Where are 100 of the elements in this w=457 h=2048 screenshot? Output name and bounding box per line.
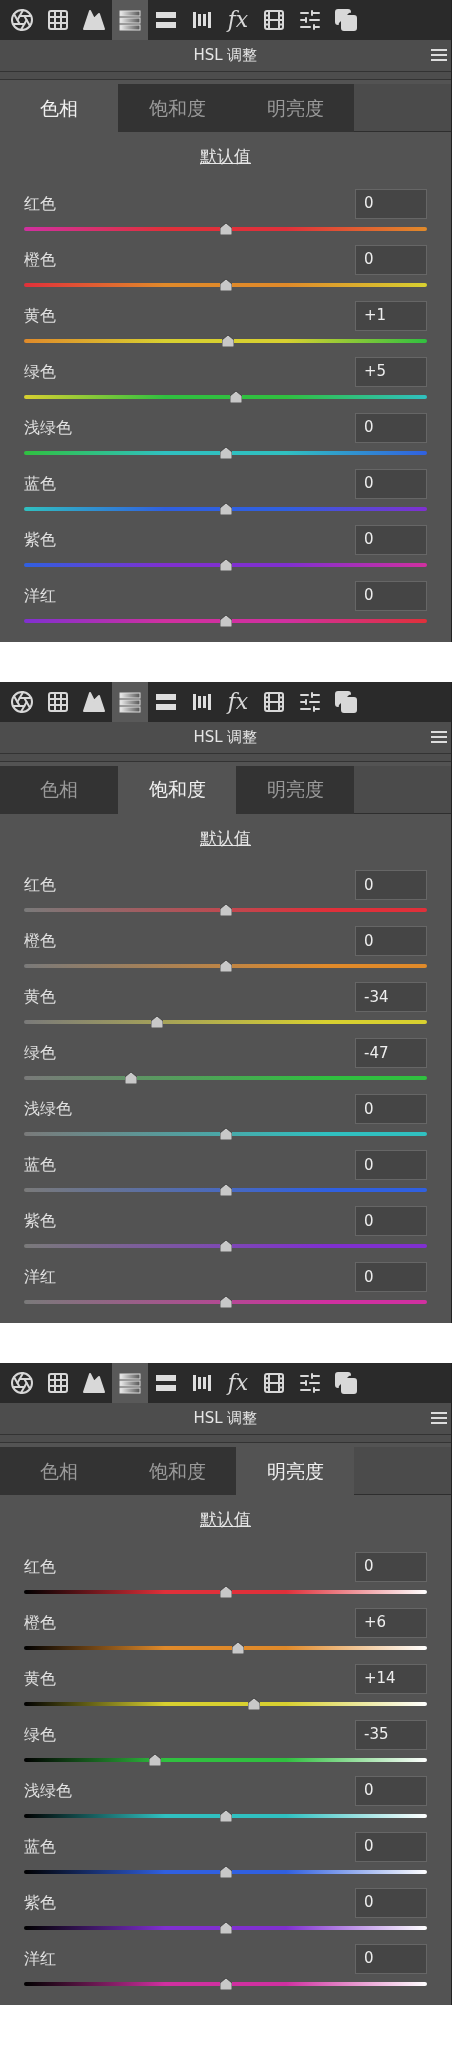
aperture-icon — [10, 8, 34, 32]
slider-thumb[interactable] — [124, 1072, 137, 1084]
menu-icon[interactable] — [431, 49, 447, 61]
slider-thumb[interactable] — [221, 334, 234, 347]
value-field[interactable]: +6 — [355, 1607, 427, 1638]
slider-thumb[interactable] — [219, 1977, 232, 1990]
tab[interactable]: 明亮度 — [236, 84, 354, 132]
slider-label: 橙色 — [24, 930, 56, 952]
fx-icon: fx — [227, 690, 249, 713]
slider-thumb[interactable] — [231, 1641, 244, 1654]
slider-label: 洋红 — [24, 1266, 56, 1288]
slider-thumb[interactable] — [219, 960, 232, 972]
sliders-icon — [298, 1371, 322, 1395]
value-field[interactable]: 0 — [355, 870, 427, 900]
tab[interactable]: 明亮度 — [236, 765, 354, 814]
slider-thumb[interactable] — [219, 1296, 232, 1308]
value-field[interactable]: 0 — [355, 412, 427, 443]
menu-icon[interactable] — [431, 730, 447, 743]
tab[interactable]: 色相 — [0, 1447, 118, 1495]
fx-icon: fx — [227, 9, 249, 31]
lens-icon — [191, 9, 213, 31]
gradient-bars-icon — [119, 9, 141, 31]
slider-thumb[interactable] — [219, 1184, 232, 1196]
mountain-icon — [82, 689, 106, 714]
gradient-bars-icon — [119, 690, 141, 713]
slider-thumb[interactable] — [219, 1240, 232, 1252]
panel-title: HSL 调整 — [193, 45, 258, 67]
aperture-icon — [10, 689, 34, 714]
value-field[interactable]: -35 — [355, 1719, 427, 1750]
value-field[interactable]: 0 — [355, 926, 427, 956]
tab[interactable]: 饱和度 — [118, 84, 236, 132]
value-field[interactable]: 0 — [355, 1551, 427, 1582]
toolbar-button[interactable]: fx — [220, 681, 256, 722]
tab[interactable]: 饱和度 — [118, 1447, 236, 1495]
slider-thumb[interactable] — [219, 614, 232, 627]
slider-thumb[interactable] — [219, 1865, 232, 1878]
sliders-icon — [298, 689, 322, 714]
default-link[interactable]: 默认值 — [200, 1507, 251, 1533]
value-field[interactable]: 0 — [355, 188, 427, 219]
slider-label: 蓝色 — [24, 1835, 56, 1858]
slider-label: 黄色 — [24, 304, 56, 327]
value-field[interactable]: +5 — [355, 356, 427, 387]
value-field[interactable]: 0 — [355, 244, 427, 275]
value-field[interactable]: -47 — [355, 1038, 427, 1068]
slider-thumb[interactable] — [219, 1921, 232, 1934]
slider-label: 紫色 — [24, 1210, 56, 1232]
slider-label: 红色 — [24, 1555, 56, 1578]
gradient-bars-icon — [119, 1372, 141, 1394]
slider-label: 红色 — [24, 192, 56, 215]
slider-label: 绿色 — [24, 360, 56, 383]
slider-thumb[interactable] — [219, 1585, 232, 1598]
slider-label: 橙色 — [24, 1611, 56, 1634]
slider-label: 黄色 — [24, 986, 56, 1008]
fx-icon: fx — [227, 1372, 249, 1394]
value-field[interactable]: 0 — [355, 1887, 427, 1918]
grid-icon — [46, 8, 70, 32]
value-field[interactable]: 0 — [355, 1943, 427, 1974]
slider-label: 蓝色 — [24, 1154, 56, 1176]
value-field[interactable]: 0 — [355, 468, 427, 499]
value-field[interactable]: +1 — [355, 300, 427, 331]
toolbar-button[interactable] — [112, 681, 148, 722]
slider-label: 红色 — [24, 874, 56, 896]
slider-label: 洋红 — [24, 584, 56, 607]
value-field[interactable]: 0 — [355, 1775, 427, 1806]
tab[interactable]: 色相 — [0, 765, 118, 814]
slider-thumb[interactable] — [219, 502, 232, 515]
slider-thumb[interactable] — [219, 1128, 232, 1140]
value-field[interactable]: 0 — [355, 524, 427, 555]
slider-thumb[interactable] — [229, 390, 242, 403]
value-field[interactable]: 0 — [355, 580, 427, 611]
value-field[interactable]: 0 — [355, 1206, 427, 1236]
slider-thumb[interactable] — [219, 558, 232, 571]
slider-label: 浅绿色 — [24, 1779, 72, 1802]
film-icon — [262, 1371, 286, 1395]
default-link[interactable]: 默认值 — [200, 144, 251, 170]
value-field[interactable]: 0 — [355, 1831, 427, 1862]
sliders-icon — [298, 8, 322, 32]
slider-thumb[interactable] — [148, 1753, 161, 1766]
slider-label: 黄色 — [24, 1667, 56, 1690]
slider-label: 紫色 — [24, 1891, 56, 1914]
stacked-squares-icon — [334, 689, 358, 714]
mountain-icon — [82, 1371, 106, 1395]
toolbar-button[interactable]: fx — [220, 1363, 256, 1403]
slider-thumb[interactable] — [219, 446, 232, 459]
default-link[interactable]: 默认值 — [200, 825, 251, 851]
slider-thumb[interactable] — [247, 1697, 260, 1710]
slider-thumb[interactable] — [219, 222, 232, 235]
menu-icon[interactable] — [431, 1412, 447, 1424]
value-field[interactable]: 0 — [355, 1150, 427, 1180]
slider-thumb[interactable] — [219, 904, 232, 916]
toolbar-button[interactable]: fx — [220, 0, 256, 40]
slider-thumb[interactable] — [219, 1809, 232, 1822]
value-field[interactable]: 0 — [355, 1094, 427, 1124]
lens-icon — [191, 1372, 213, 1394]
value-field[interactable]: 0 — [355, 1262, 427, 1292]
value-field[interactable]: +14 — [355, 1663, 427, 1694]
slider-thumb[interactable] — [151, 1016, 163, 1028]
slider-thumb[interactable] — [219, 278, 232, 291]
mountain-icon — [82, 8, 106, 32]
value-field[interactable]: -34 — [355, 982, 427, 1012]
